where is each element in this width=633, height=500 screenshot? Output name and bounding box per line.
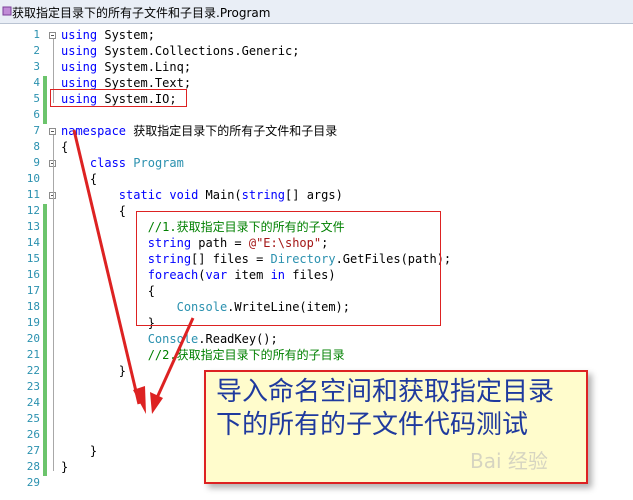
arrow-head-1 (133, 386, 146, 414)
caption-text: 导入命名空间和获取指定目录下的所有的子文件代码测试 (216, 377, 555, 440)
arrow-line-1 (72, 129, 141, 405)
watermark: Bai 经验 (470, 449, 548, 473)
arrow-head-2 (150, 392, 163, 414)
arrow-line-2 (154, 317, 195, 401)
